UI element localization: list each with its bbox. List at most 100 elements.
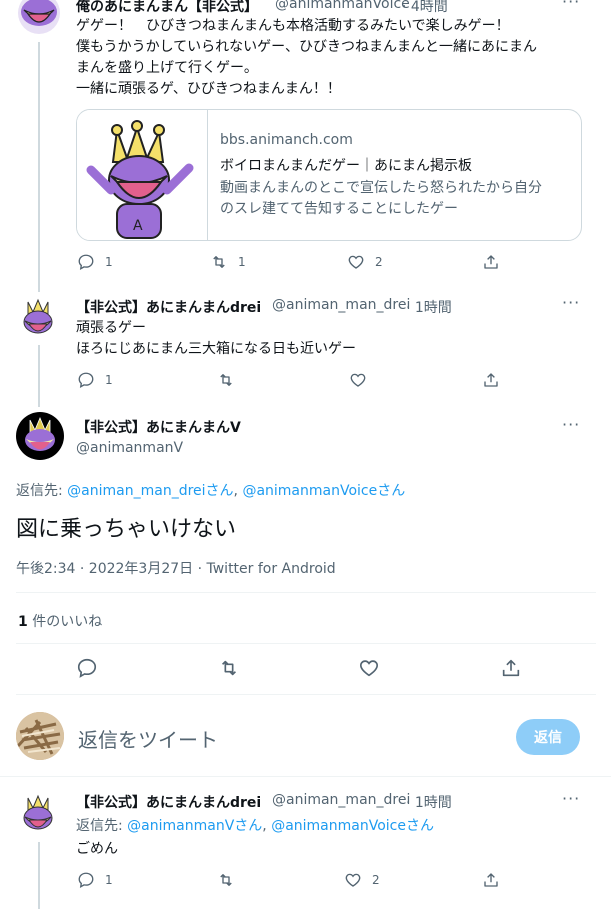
share-button[interactable] (482, 253, 500, 271)
reply-button[interactable]: 1 (77, 371, 113, 389)
more-icon[interactable]: ··· (562, 415, 580, 434)
author-handle[interactable]: @animanmanV (76, 440, 183, 456)
more-icon[interactable]: ··· (562, 293, 580, 312)
card-desc-line: のスレ建てて告知することにしたゲー (220, 201, 458, 217)
reply-submit-button[interactable]: 返信 (516, 719, 580, 755)
author-name[interactable]: 【非公式】あにまんまんdrei (76, 297, 261, 317)
divider (0, 776, 611, 777)
reply-to-label: 返信先: (16, 483, 63, 499)
tweet-line: ゲゲー！ ひびきつねまんまんも本格活動するみたいで楽しみゲー！ (76, 18, 510, 34)
reply-icon (78, 254, 94, 271)
link-card[interactable]: A bbs.animanch.com ボイロまんまんだゲー｜あにまん掲示板 動画… (76, 109, 582, 241)
tweet-text: 頑張るゲー ほろにじあにまん三大箱になる日も近いゲー (76, 318, 596, 360)
divider (16, 694, 596, 695)
author-name[interactable]: 俺のあにまんまん【非公式】 (76, 0, 258, 16)
card-image: A (77, 110, 208, 240)
divider (16, 643, 596, 644)
reply-button[interactable]: 1 (77, 253, 113, 271)
avatar-image (21, 0, 57, 26)
likes-count: 1 (18, 614, 28, 630)
retweet-icon (213, 256, 225, 268)
reply-button[interactable]: 1 (77, 871, 113, 889)
tweet-line: 一緒に頑張るゲ、ひびきつねまんまん！！ (76, 81, 341, 97)
share-icon (484, 873, 498, 887)
reply-button[interactable] (76, 657, 98, 679)
like-count: 2 (372, 873, 380, 887)
retweet-button[interactable]: 1 (210, 253, 246, 271)
tweet-text: ごめん (76, 841, 118, 857)
mascot-icon: A (86, 120, 194, 239)
author-handle[interactable]: @animanmanVoice (275, 0, 410, 12)
retweet-button[interactable] (217, 871, 235, 889)
tweet-time[interactable]: · 4時間 (402, 0, 448, 16)
reply-to-user[interactable]: @animanmanVさん (127, 818, 262, 834)
reply-input[interactable]: 返信をツイート (78, 724, 498, 753)
tweet-meta[interactable]: 午後2:34 · 2022年3月27日 · Twitter for Androi… (16, 558, 336, 578)
reply-count: 1 (105, 873, 113, 887)
thread-line (38, 42, 40, 292)
like-button[interactable]: 2 (347, 253, 383, 271)
main-tweet-text: 図に乗っちゃいけない (16, 517, 237, 542)
retweet-icon (221, 660, 237, 676)
share-button[interactable] (482, 371, 500, 389)
reply-separator: , (262, 818, 267, 834)
likes-summary[interactable]: 1 件のいいね (18, 611, 102, 631)
like-button[interactable] (349, 371, 367, 389)
reply-to-user[interactable]: @animanmanVoiceさん (271, 818, 434, 834)
like-button[interactable] (358, 657, 380, 679)
tweet-line: 頑張るゲー (76, 320, 146, 336)
reply-icon (78, 372, 94, 389)
like-count: 2 (375, 255, 383, 269)
reply-count: 1 (105, 255, 113, 269)
retweet-button[interactable] (218, 657, 240, 679)
avatar[interactable] (16, 296, 60, 340)
heart-icon (360, 660, 378, 677)
card-desc-line: 動画まんまんのとこで宣伝したら怒られたから自分 (220, 180, 542, 196)
retweet-icon (220, 374, 232, 386)
avatar-image (23, 794, 53, 830)
card-domain: bbs.animanch.com (220, 132, 353, 148)
share-icon (484, 373, 498, 387)
more-icon[interactable]: ··· (562, 789, 580, 808)
tweet-line: ほろにじあにまん三大箱になる日も近いゲー (76, 341, 356, 357)
card-description: 動画まんまんのとこで宣伝したら怒られたから自分 のスレ建てて告知することにしたゲ… (220, 178, 542, 220)
reply-to-user[interactable]: @animan_man_dreiさん (67, 483, 233, 499)
tweet-line: 僕もうかうかしていられないゲー、ひびきつねまんまんと一緒にあにまん (76, 39, 538, 55)
divider (16, 592, 596, 593)
likes-label: 件のいいね (32, 614, 103, 630)
tweet-line: まんを盛り上げて行くゲー。 (76, 60, 258, 76)
author-name[interactable]: 【非公式】あにまんまんdrei (76, 792, 261, 812)
author-handle[interactable]: @animan_man_drei (272, 297, 410, 313)
heart-icon (348, 255, 364, 269)
avatar[interactable] (16, 712, 64, 760)
retweet-count: 1 (238, 255, 246, 269)
author-handle[interactable]: @animan_man_drei (272, 792, 410, 808)
reply-to: 返信先: @animanmanVさん, @animanmanVoiceさん (76, 815, 434, 835)
avatar[interactable] (16, 792, 60, 836)
avatar[interactable] (16, 412, 64, 460)
heart-icon (345, 873, 361, 887)
share-icon (502, 659, 520, 677)
reply-icon (78, 872, 94, 889)
reply-to: 返信先: @animan_man_dreiさん, @animanmanVoice… (16, 480, 405, 500)
reply-separator: , (233, 483, 238, 499)
reply-count: 1 (105, 373, 113, 387)
retweet-button[interactable] (217, 371, 235, 389)
avatar-image (16, 712, 64, 760)
author-name[interactable]: 【非公式】あにまんまんV (76, 417, 241, 437)
thread-line (38, 842, 40, 909)
heart-icon (350, 373, 366, 387)
avatar-image (23, 298, 53, 334)
reply-to-user[interactable]: @animanmanVoiceさん (242, 483, 405, 499)
tweet-time[interactable]: · 1時間 (406, 297, 452, 317)
like-button[interactable]: 2 (344, 871, 380, 889)
share-button[interactable] (500, 657, 522, 679)
reply-to-label: 返信先: (76, 818, 123, 834)
avatar-image (25, 416, 55, 451)
svg-text:A: A (133, 218, 143, 234)
avatar[interactable] (18, 0, 60, 34)
share-icon (484, 255, 498, 269)
share-button[interactable] (482, 871, 500, 889)
tweet-time[interactable]: · 1時間 (406, 792, 452, 812)
more-icon[interactable]: ··· (562, 0, 580, 11)
